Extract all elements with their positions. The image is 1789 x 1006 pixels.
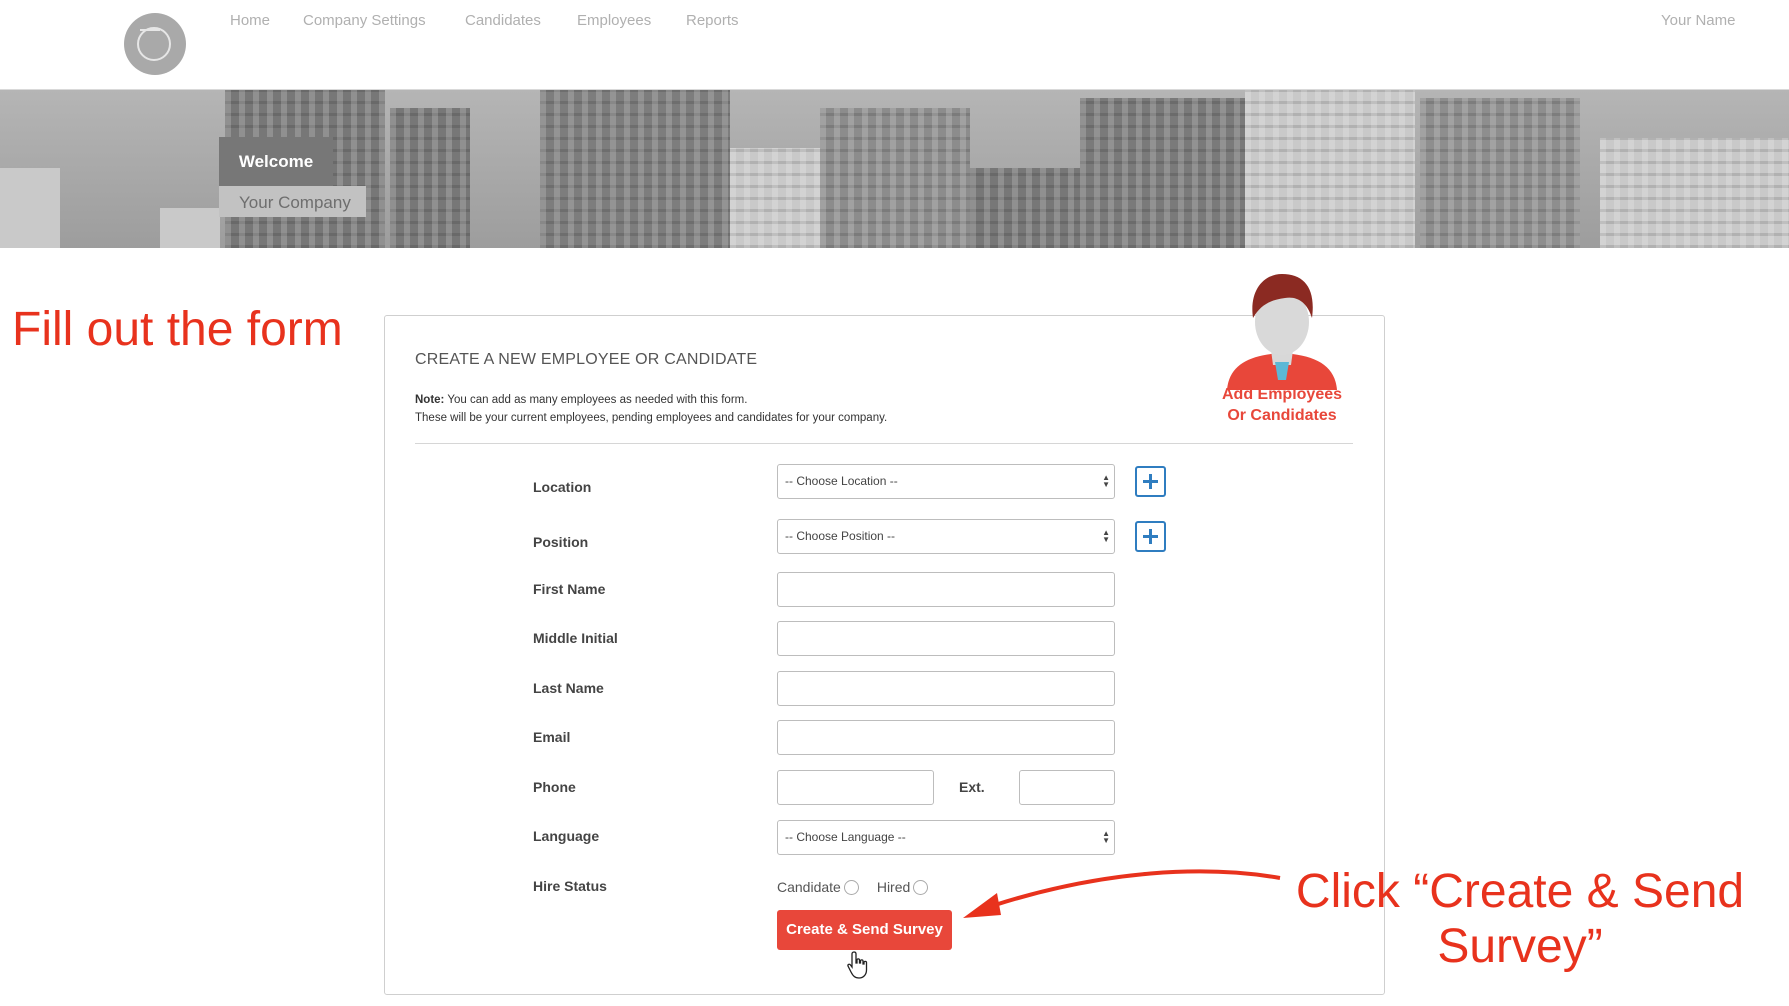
avatar-caption-line-2: Or Candidates <box>1227 407 1337 424</box>
select-arrows-icon: ▲ ▼ <box>1102 473 1110 489</box>
company-name: Your Company <box>219 186 366 217</box>
add-location-icon[interactable] <box>1135 466 1166 497</box>
nav-home[interactable]: Home <box>230 12 270 29</box>
nav-candidates[interactable]: Candidates <box>465 12 541 29</box>
skyline-building <box>160 208 220 248</box>
select-arrows-icon: ▲ ▼ <box>1102 528 1110 544</box>
annotation-arrow <box>963 869 1281 918</box>
skyline-building <box>1600 138 1789 248</box>
location-label: Location <box>533 479 592 495</box>
skyline-building <box>1420 98 1580 248</box>
skyline-building <box>820 108 970 248</box>
nav-company-settings[interactable]: Company Settings <box>303 12 426 29</box>
skyline-building <box>1245 90 1415 248</box>
add-position-icon[interactable] <box>1135 521 1166 552</box>
first-name-label: First Name <box>533 581 606 597</box>
language-select[interactable]: -- Choose Language -- ▲ ▼ <box>777 820 1115 855</box>
position-select-value: -- Choose Position -- <box>785 529 896 543</box>
person-avatar-icon <box>1227 274 1337 390</box>
nav-reports[interactable]: Reports <box>686 12 739 29</box>
middle-initial-label: Middle Initial <box>533 630 618 646</box>
hired-radio[interactable] <box>913 880 929 895</box>
note-line-2: These will be your current employees, pe… <box>415 412 888 424</box>
user-name[interactable]: Your Name <box>1661 12 1736 29</box>
top-nav: Home Company Settings Candidates Employe… <box>0 0 1789 91</box>
select-arrows-icon: ▲ ▼ <box>1102 829 1110 845</box>
hired-option-label: Hired <box>876 879 911 895</box>
note-line-1: You can add as many employees as needed … <box>447 394 748 406</box>
skyline-building <box>390 108 470 248</box>
email-label: Email <box>533 729 571 745</box>
welcome-label: Welcome <box>219 137 333 186</box>
annotation-fill-form: Fill out the form <box>12 303 343 356</box>
avatar-caption: Add Employees Or Candidates <box>1185 384 1379 426</box>
first-name-input[interactable] <box>777 572 1115 607</box>
skyline-building <box>0 168 60 248</box>
location-select[interactable]: -- Choose Location -- ▲ ▼ <box>777 464 1115 499</box>
hand-pointer-icon <box>847 951 868 979</box>
position-label: Position <box>533 534 589 550</box>
ext-input[interactable] <box>1019 770 1115 805</box>
divider <box>415 443 1353 444</box>
phone-label: Phone <box>533 779 576 795</box>
email-input[interactable] <box>777 720 1115 755</box>
note-label: Note: <box>415 394 445 406</box>
logo-icon[interactable] <box>124 13 186 75</box>
position-select[interactable]: -- Choose Position -- ▲ ▼ <box>777 519 1115 554</box>
create-send-survey-button[interactable]: Create & Send Survey <box>777 910 952 950</box>
middle-initial-input[interactable] <box>777 621 1115 656</box>
candidate-radio[interactable] <box>843 880 859 895</box>
hire-status-label: Hire Status <box>533 878 607 894</box>
language-label: Language <box>533 828 600 844</box>
nav-employees[interactable]: Employees <box>577 12 651 29</box>
last-name-label: Last Name <box>533 680 604 696</box>
candidate-option-label: Candidate <box>777 879 841 895</box>
ext-label: Ext. <box>959 779 985 795</box>
skyline-building <box>1080 98 1260 248</box>
last-name-input[interactable] <box>777 671 1115 706</box>
phone-input[interactable] <box>777 770 934 805</box>
hire-status-options: Candidate Hired <box>777 879 946 895</box>
annotation-click-create: Click “Create & Send Survey” <box>1295 865 1745 973</box>
skyline-building <box>970 168 1080 248</box>
language-select-value: -- Choose Language -- <box>785 830 906 844</box>
form-note: Note: You can add as many employees as n… <box>415 391 887 427</box>
skyline-building <box>540 90 730 248</box>
form-title: CREATE A NEW EMPLOYEE OR CANDIDATE <box>415 351 758 368</box>
location-select-value: -- Choose Location -- <box>785 474 898 488</box>
avatar-caption-line-1: Add Employees <box>1221 386 1343 403</box>
